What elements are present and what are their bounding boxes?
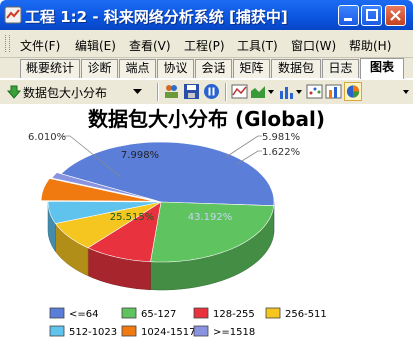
maximize-button[interactable]: [361, 5, 382, 26]
menu-window[interactable]: 窗口(W): [291, 37, 336, 54]
chevron-down-icon[interactable]: [268, 90, 274, 94]
menu-help[interactable]: 帮助(H): [349, 37, 391, 54]
tab-diagnosis[interactable]: 诊断: [81, 59, 118, 78]
legend-swatch: [265, 307, 281, 319]
chevron-down-icon[interactable]: [296, 90, 302, 94]
menu-edit[interactable]: 编辑(E): [75, 37, 116, 54]
callout-line: [225, 135, 262, 158]
legend-label: 128-255: [213, 309, 255, 320]
chart-panel: 数据包大小分布 (Global) 43.192% 25.515% 7.998% 6.0…: [0, 104, 413, 355]
legend-swatch: [49, 325, 65, 337]
legend-label: 256-511: [285, 309, 327, 320]
tab-endpoints[interactable]: 端点: [119, 59, 156, 78]
minimize-button[interactable]: [338, 5, 359, 26]
view-tabs: 概要统计 诊断 端点 协议 会话 矩阵 数据包 日志 图表: [0, 58, 413, 79]
slice-value-label: 25.515%: [110, 212, 155, 223]
toolbar-separator: [157, 83, 159, 101]
menu-bar: 文件(F) 编辑(E) 查看(V) 工程(P) 工具(T) 窗口(W) 帮助(H…: [0, 30, 413, 58]
chart-download-icon: [7, 85, 21, 99]
title-bar: 工程 1:2 - 科来网络分析系统 [捕获中]: [0, 0, 413, 30]
legend-swatch: [49, 307, 65, 319]
chart-view-label: 数据包大小分布: [23, 86, 108, 100]
save-icon[interactable]: [183, 83, 200, 100]
tab-protocols[interactable]: 协议: [157, 59, 194, 78]
tab-log[interactable]: 日志: [322, 59, 359, 78]
toolbar-separator: [225, 83, 227, 101]
slice-value-label: 7.998%: [121, 150, 159, 161]
minimize-icon: [344, 18, 352, 21]
menubar-grip[interactable]: [5, 35, 10, 52]
users-icon[interactable]: [163, 83, 180, 100]
tab-packets[interactable]: 数据包: [271, 59, 321, 78]
pie-chart: 43.192% 25.515% 7.998% 6.010% 5.981% 1.622% <=…: [28, 132, 327, 338]
window-title: 工程 1:2 - 科来网络分析系统 [捕获中]: [25, 8, 288, 26]
legend-label: 1024-1517: [141, 327, 196, 338]
legend-swatch: [121, 325, 137, 337]
pause-icon[interactable]: [203, 83, 220, 100]
menu-view[interactable]: 查看(V): [129, 37, 171, 54]
toolbar-overflow-icon[interactable]: [400, 86, 412, 98]
callout-line: [236, 150, 262, 165]
legend-swatch: [121, 307, 137, 319]
column-chart-icon[interactable]: [325, 83, 342, 100]
legend-label: >=1518: [213, 327, 255, 338]
legend-label: 512-1023: [69, 327, 117, 338]
legend-swatch: [193, 325, 209, 337]
area-chart-icon[interactable]: [250, 83, 267, 100]
slice-value-label: 6.010%: [28, 132, 66, 143]
bar-chart-icon[interactable]: [278, 83, 295, 100]
scatter-chart-icon[interactable]: [306, 83, 323, 100]
legend-swatch: [193, 307, 209, 319]
tab-summary[interactable]: 概要统计: [20, 59, 80, 78]
line-chart-icon[interactable]: [231, 83, 248, 100]
chart-toolbar: 数据包大小分布: [0, 79, 413, 105]
close-button[interactable]: [385, 5, 406, 26]
slice-value-label: 5.981%: [262, 132, 300, 143]
legend-label: <=64: [69, 309, 98, 320]
legend-label: 65-127: [141, 309, 176, 320]
chart-view-selector[interactable]: 数据包大小分布: [5, 82, 153, 102]
tab-matrix[interactable]: 矩阵: [233, 59, 270, 78]
app-icon: [4, 6, 22, 24]
slice-value-label: 1.622%: [262, 147, 300, 158]
chevron-down-icon: [133, 89, 142, 94]
menu-tools[interactable]: 工具(T): [237, 37, 278, 54]
maximize-icon: [366, 9, 378, 21]
pie-chart-icon[interactable]: [344, 82, 362, 101]
slice-value-label: 43.192%: [188, 212, 233, 223]
close-icon: [390, 10, 401, 21]
menu-project[interactable]: 工程(P): [184, 37, 225, 54]
tab-sessions[interactable]: 会话: [195, 59, 232, 78]
tab-charts[interactable]: 图表: [360, 58, 404, 79]
menu-file[interactable]: 文件(F): [20, 37, 60, 54]
